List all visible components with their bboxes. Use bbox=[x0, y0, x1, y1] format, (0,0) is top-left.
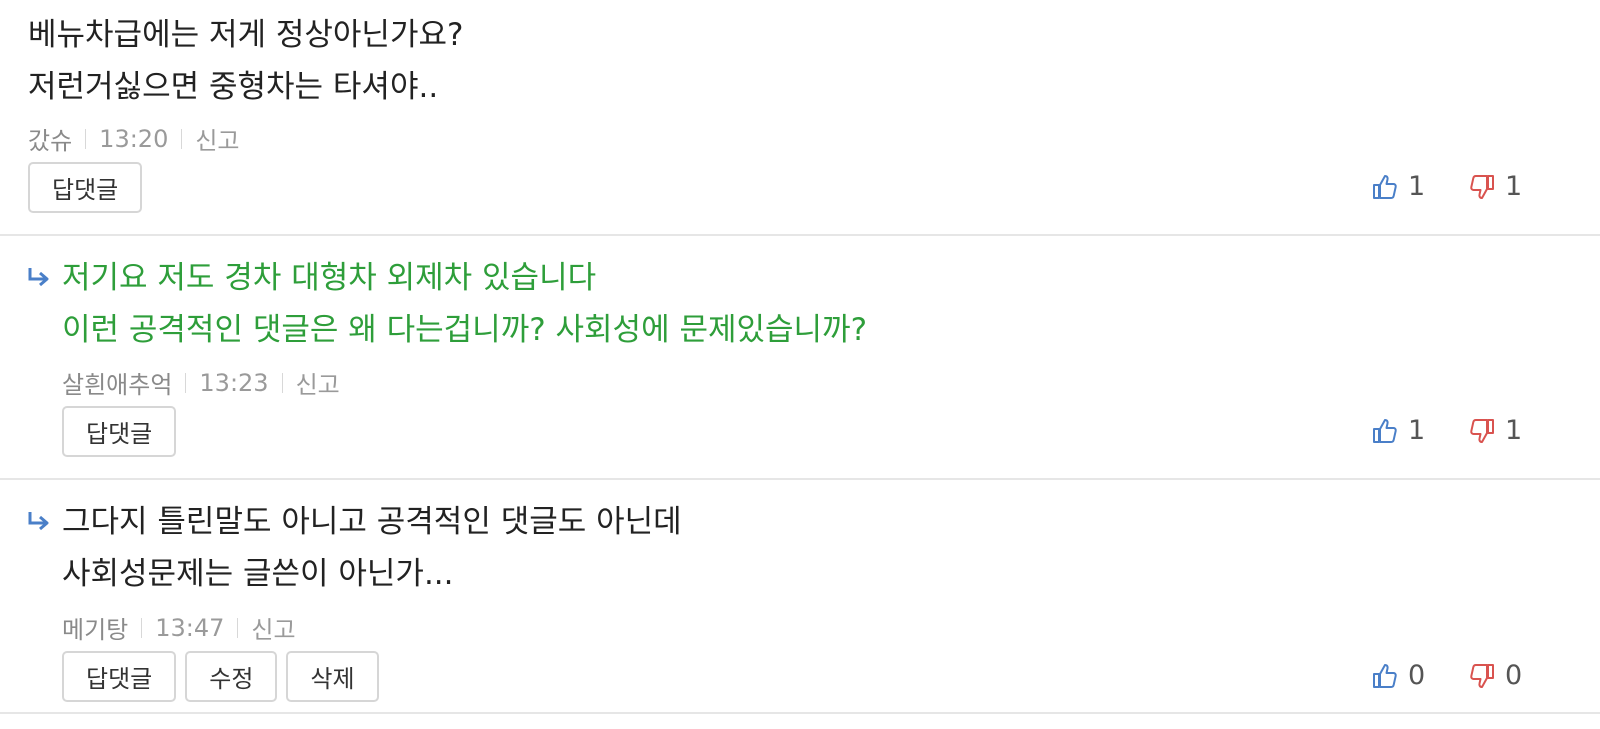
report-link[interactable]: 신고 bbox=[195, 121, 239, 156]
dislike-button[interactable]: 1 bbox=[1467, 171, 1522, 202]
edit-button[interactable]: 수정 bbox=[185, 651, 278, 702]
meta-divider bbox=[85, 128, 87, 149]
comment-divider bbox=[0, 712, 1600, 714]
like-button[interactable]: 0 bbox=[1370, 660, 1425, 691]
comment-line: 저런거싫으면 중형차는 타셔야.. bbox=[28, 69, 439, 105]
thumbs-down-icon bbox=[1470, 174, 1494, 199]
thumbs-down-icon bbox=[1470, 418, 1494, 443]
comment-line: 저기요 저도 경차 대형차 외제차 있습니다 bbox=[62, 260, 597, 296]
meta-divider bbox=[141, 617, 143, 638]
author-name[interactable]: 살흰애추억 bbox=[62, 365, 172, 400]
comment-divider bbox=[0, 478, 1600, 480]
reply-button[interactable]: 답댓글 bbox=[62, 651, 177, 702]
comment-meta: 살흰애추억 13:23 신고 bbox=[62, 365, 340, 400]
dislike-count: 1 bbox=[1505, 415, 1523, 446]
comment-divider bbox=[0, 234, 1600, 236]
like-button[interactable]: 1 bbox=[1370, 171, 1425, 202]
comment-actions: 답댓글 bbox=[28, 162, 143, 213]
comment-meta: 메기탕 13:47 신고 bbox=[62, 610, 296, 645]
like-count: 1 bbox=[1408, 171, 1426, 202]
comment-time: 13:47 bbox=[155, 613, 225, 642]
delete-button[interactable]: 삭제 bbox=[286, 651, 379, 702]
like-button[interactable]: 1 bbox=[1370, 415, 1425, 446]
comment-line: 베뉴차급에는 저게 정상아닌가요? bbox=[28, 17, 464, 53]
comment-text: 그다지 틀린말도 아니고 공격적인 댓글도 아닌데 사회성문제는 글쓴이 아닌가… bbox=[62, 496, 682, 600]
comment-line: 이런 공격적인 댓글은 왜 다는겁니까? 사회성에 문제있습니까? bbox=[62, 312, 868, 348]
report-link[interactable]: 신고 bbox=[296, 365, 340, 400]
thumbs-down-icon bbox=[1470, 663, 1494, 688]
like-count: 0 bbox=[1408, 660, 1426, 691]
comment-meta: 갔슈 13:20 신고 bbox=[28, 121, 240, 156]
reply-arrow-icon bbox=[28, 268, 49, 287]
comment-text: 베뉴차급에는 저게 정상아닌가요? 저런거싫으면 중형차는 타셔야.. bbox=[28, 9, 463, 113]
comment-text: 저기요 저도 경차 대형차 외제차 있습니다 이런 공격적인 댓글은 왜 다는겁… bbox=[62, 252, 867, 356]
comment-line: 사회성문제는 글쓴이 아닌가... bbox=[62, 556, 454, 592]
like-count: 1 bbox=[1408, 415, 1426, 446]
thumbs-up-icon bbox=[1373, 663, 1397, 688]
dislike-button[interactable]: 0 bbox=[1467, 660, 1522, 691]
report-link[interactable]: 신고 bbox=[251, 610, 295, 645]
author-name[interactable]: 갔슈 bbox=[28, 121, 72, 156]
thumbs-up-icon bbox=[1373, 174, 1397, 199]
comment-time: 13:20 bbox=[99, 124, 169, 153]
comment-time: 13:23 bbox=[199, 368, 269, 397]
reply-button[interactable]: 답댓글 bbox=[28, 162, 143, 213]
meta-divider bbox=[181, 128, 183, 149]
comment-line: 그다지 틀린말도 아니고 공격적인 댓글도 아닌데 bbox=[62, 504, 682, 540]
thumbs-up-icon bbox=[1373, 418, 1397, 443]
dislike-button[interactable]: 1 bbox=[1467, 415, 1522, 446]
reply-button[interactable]: 답댓글 bbox=[62, 406, 177, 457]
comment-actions: 답댓글 bbox=[62, 406, 177, 457]
meta-divider bbox=[281, 372, 283, 393]
reply-arrow-icon bbox=[28, 512, 49, 531]
meta-divider bbox=[237, 617, 239, 638]
comment-actions: 답댓글 수정 삭제 bbox=[62, 651, 379, 702]
dislike-count: 1 bbox=[1505, 171, 1523, 202]
meta-divider bbox=[185, 372, 187, 393]
author-name[interactable]: 메기탕 bbox=[62, 610, 128, 645]
dislike-count: 0 bbox=[1505, 660, 1523, 691]
